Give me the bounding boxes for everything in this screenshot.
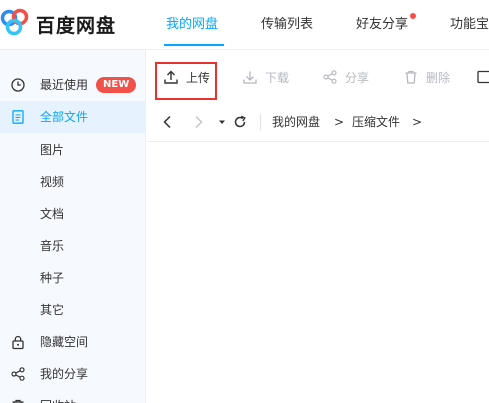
sidebar-item-label: 图片 (40, 143, 65, 157)
tab-friend-share[interactable]: 好友分享 (356, 0, 408, 50)
sidebar-item-label: 最近使用 (40, 78, 89, 92)
sidebar-item-videos[interactable]: 视频 (0, 166, 146, 198)
notification-dot (410, 13, 416, 19)
sidebar-item-hidden-space[interactable]: 隐藏空间 (0, 326, 146, 358)
share-label: 分享 (345, 71, 370, 85)
forward-arrow-icon[interactable] (191, 115, 205, 129)
download-button[interactable]: 下载 (243, 64, 293, 92)
top-header: 百度网盘 我的网盘 传输列表 好友分享 功能宝 (0, 0, 489, 50)
brand-name: 百度网盘 (36, 15, 117, 37)
refresh-icon[interactable] (233, 115, 247, 129)
sidebar-item-all-files[interactable]: 全部文件 (0, 101, 146, 133)
tab-my-netdisk[interactable]: 我的网盘 (166, 0, 218, 50)
file-list-area (147, 143, 489, 403)
sidebar-item-others[interactable]: 其它 (0, 294, 146, 326)
sidebar-item-label: 全部文件 (40, 110, 89, 124)
sidebar-item-images[interactable]: 图片 (0, 134, 146, 166)
sidebar-item-label: 隐藏空间 (40, 335, 89, 349)
clock-icon (11, 78, 25, 92)
breadcrumb-root[interactable]: 我的网盘 (272, 102, 320, 142)
share-icon (11, 367, 25, 381)
sidebar-item-recent[interactable]: 最近使用 NEW (0, 69, 146, 101)
history-dropdown-icon[interactable] (215, 115, 229, 129)
sidebar-item-label: 我的分享 (40, 367, 89, 381)
trash-icon (405, 70, 417, 84)
sidebar-item-label: 其它 (40, 303, 65, 317)
new-folder-icon (477, 70, 489, 84)
breadcrumb-separator: > (412, 115, 423, 129)
sidebar-item-documents[interactable]: 文档 (0, 198, 146, 230)
new-badge: NEW (96, 77, 137, 93)
breadcrumb-separator: > (334, 115, 345, 129)
sidebar-item-torrents[interactable]: 种子 (0, 262, 146, 294)
share-button[interactable]: 分享 (323, 64, 373, 92)
more-actions-button[interactable] (477, 64, 489, 92)
upload-highlight-box (155, 62, 217, 100)
back-arrow-icon[interactable] (161, 115, 175, 129)
sidebar-item-label: 文档 (40, 207, 65, 221)
tab-transfer-list[interactable]: 传输列表 (261, 0, 313, 50)
file-icon (12, 110, 24, 124)
sidebar-item-label: 视频 (40, 175, 65, 189)
lock-icon (12, 335, 24, 350)
download-label: 下载 (265, 71, 290, 85)
breadcrumb-current-folder[interactable]: 压缩文件 (352, 102, 400, 142)
sidebar-item-recycle-bin[interactable]: 回收站 (0, 390, 146, 403)
sidebar-item-label: 种子 (40, 271, 65, 285)
sidebar-item-my-shares[interactable]: 我的分享 (0, 358, 146, 390)
sidebar-item-label: 回收站 (40, 390, 76, 403)
delete-label: 删除 (426, 71, 451, 85)
sidebar-item-music[interactable]: 音乐 (0, 230, 146, 262)
sidebar: 最近使用 NEW 全部文件 图片 视频 文档 音乐 种子 其它 隐藏空间 我的分… (0, 50, 146, 403)
sidebar-item-label: 音乐 (40, 239, 65, 253)
share-icon (323, 70, 337, 84)
download-icon (243, 71, 257, 84)
tab-features[interactable]: 功能宝 (450, 0, 489, 50)
active-tab-indicator (164, 44, 224, 46)
path-bar: 我的网盘 > 压缩文件 > (147, 102, 489, 142)
trash-icon (12, 399, 24, 403)
delete-button[interactable]: 删除 (404, 64, 454, 92)
baidu-netdisk-logo-icon (0, 8, 29, 36)
path-divider (260, 114, 261, 130)
